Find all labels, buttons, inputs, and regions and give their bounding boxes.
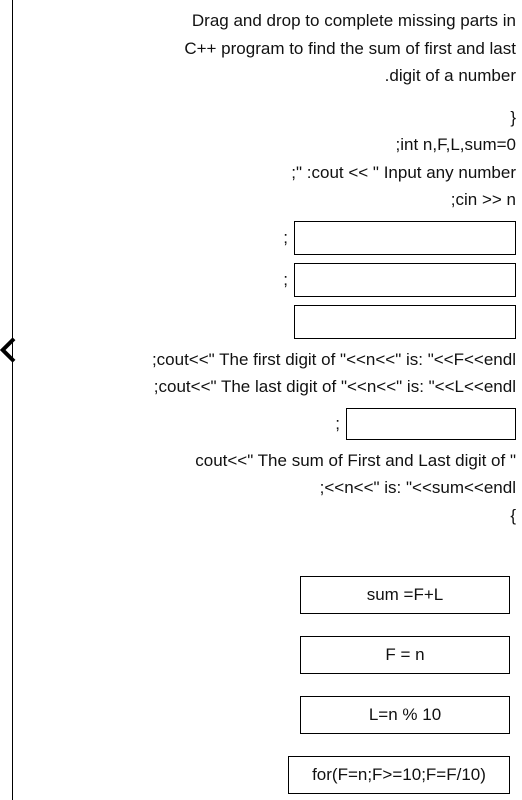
code-cin: ;cin >> n [20,187,516,213]
code-cout-sum-2: ;<<n<<" is: "<<sum<<endl [20,475,516,501]
blank-1-semi: ; [283,225,288,251]
instruction-line-1: Drag and drop to complete missing parts … [20,8,516,34]
tile-for[interactable]: for(F=n;F>=10;F=F/10) [288,756,510,794]
question-body: Drag and drop to complete missing parts … [20,8,516,530]
code-brace-open: } [20,105,516,131]
answer-tiles: sum =F+L F = n L=n % 10 for(F=n;F>=10;F=… [20,576,510,794]
code-cout-sum-1: cout<<" The sum of First and Last digit … [20,448,516,474]
blank-4-semi: ; [335,411,340,437]
code-cout-last: ;cout<<" The last digit of "<<n<<" is: "… [20,374,516,400]
instruction-line-2: C++ program to find the sum of first and… [20,36,516,62]
tile-l[interactable]: L=n % 10 [300,696,510,734]
blank-2-semi: ; [283,267,288,293]
tile-sum[interactable]: sum =F+L [300,576,510,614]
drop-target-2[interactable] [294,263,516,297]
drop-target-3[interactable] [294,305,516,339]
left-divider [12,0,13,800]
drop-target-4[interactable] [346,408,516,440]
code-cout-first: ;cout<<" The first digit of "<<n<<" is: … [20,347,516,373]
drop-target-1[interactable] [294,221,516,255]
tile-f[interactable]: F = n [300,636,510,674]
code-brace-close: { [20,503,516,529]
code-decl: ;int n,F,L,sum=0 [20,132,516,158]
instruction-line-3: .digit of a number [20,63,516,89]
code-cout-prompt: ;" :cout << " Input any number [20,160,516,186]
